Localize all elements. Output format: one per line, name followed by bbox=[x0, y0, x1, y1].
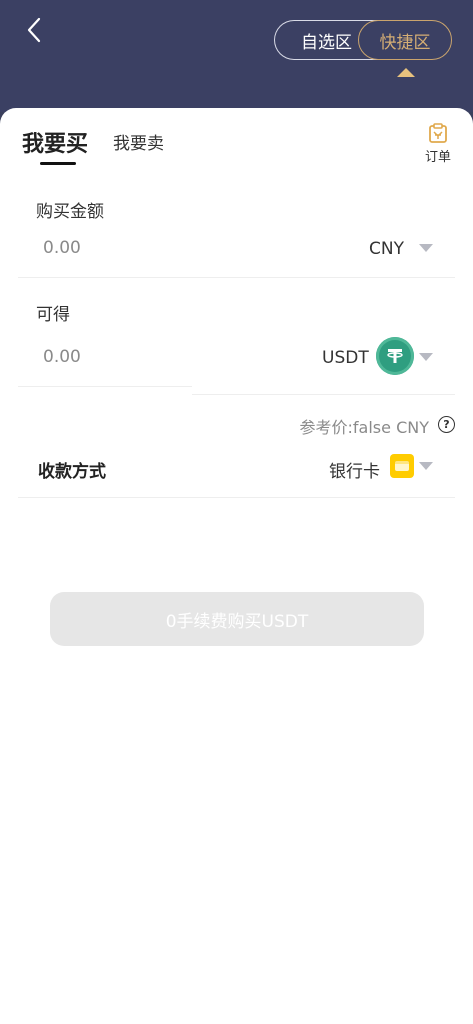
question-circle-icon[interactable]: ? bbox=[438, 416, 455, 433]
tab-buy[interactable]: 我要买 bbox=[22, 126, 88, 158]
buy-usdt-button[interactable]: 0手续费购买USDT bbox=[50, 592, 424, 646]
receive-input[interactable]: 0.00 bbox=[43, 347, 81, 367]
payment-method-value[interactable]: 银行卡 bbox=[329, 457, 380, 482]
clipboard-icon bbox=[429, 123, 447, 143]
receive-label: 可得 bbox=[36, 305, 70, 325]
active-tab-indicator bbox=[40, 162, 76, 165]
trade-panel: 我要买 我要卖 订单 购买金额 0.00 CNY 可得 0.00 USDT 参考… bbox=[0, 108, 473, 1024]
orders-button[interactable]: 订单 bbox=[418, 122, 458, 168]
buy-amount-input[interactable]: 0.00 bbox=[43, 238, 81, 258]
chevron-left-icon bbox=[27, 17, 41, 43]
buy-currency[interactable]: CNY bbox=[369, 239, 404, 259]
receive-currency-dropdown-icon[interactable] bbox=[419, 353, 433, 361]
payment-method-label: 收款方式 bbox=[38, 462, 106, 482]
divider bbox=[18, 277, 455, 278]
divider bbox=[18, 386, 192, 387]
active-segment-caret bbox=[397, 68, 415, 77]
tab-sell[interactable]: 我要卖 bbox=[113, 129, 164, 154]
tether-icon bbox=[376, 337, 414, 375]
segment-quick[interactable]: 快捷区 bbox=[358, 20, 452, 60]
zone-switch: 自选区 快捷区 bbox=[274, 20, 452, 60]
reference-price: 参考价:false CNY bbox=[299, 418, 429, 437]
buy-amount-label: 购买金额 bbox=[36, 202, 104, 222]
divider bbox=[192, 394, 455, 395]
orders-label: 订单 bbox=[424, 150, 451, 165]
divider bbox=[18, 497, 455, 498]
payment-dropdown-icon[interactable] bbox=[419, 462, 433, 470]
receive-currency[interactable]: USDT bbox=[322, 348, 369, 368]
header: 自选区 快捷区 bbox=[0, 0, 473, 112]
bank-card-icon bbox=[390, 454, 414, 478]
back-button[interactable] bbox=[18, 14, 50, 46]
buy-currency-dropdown-icon[interactable] bbox=[419, 244, 433, 252]
